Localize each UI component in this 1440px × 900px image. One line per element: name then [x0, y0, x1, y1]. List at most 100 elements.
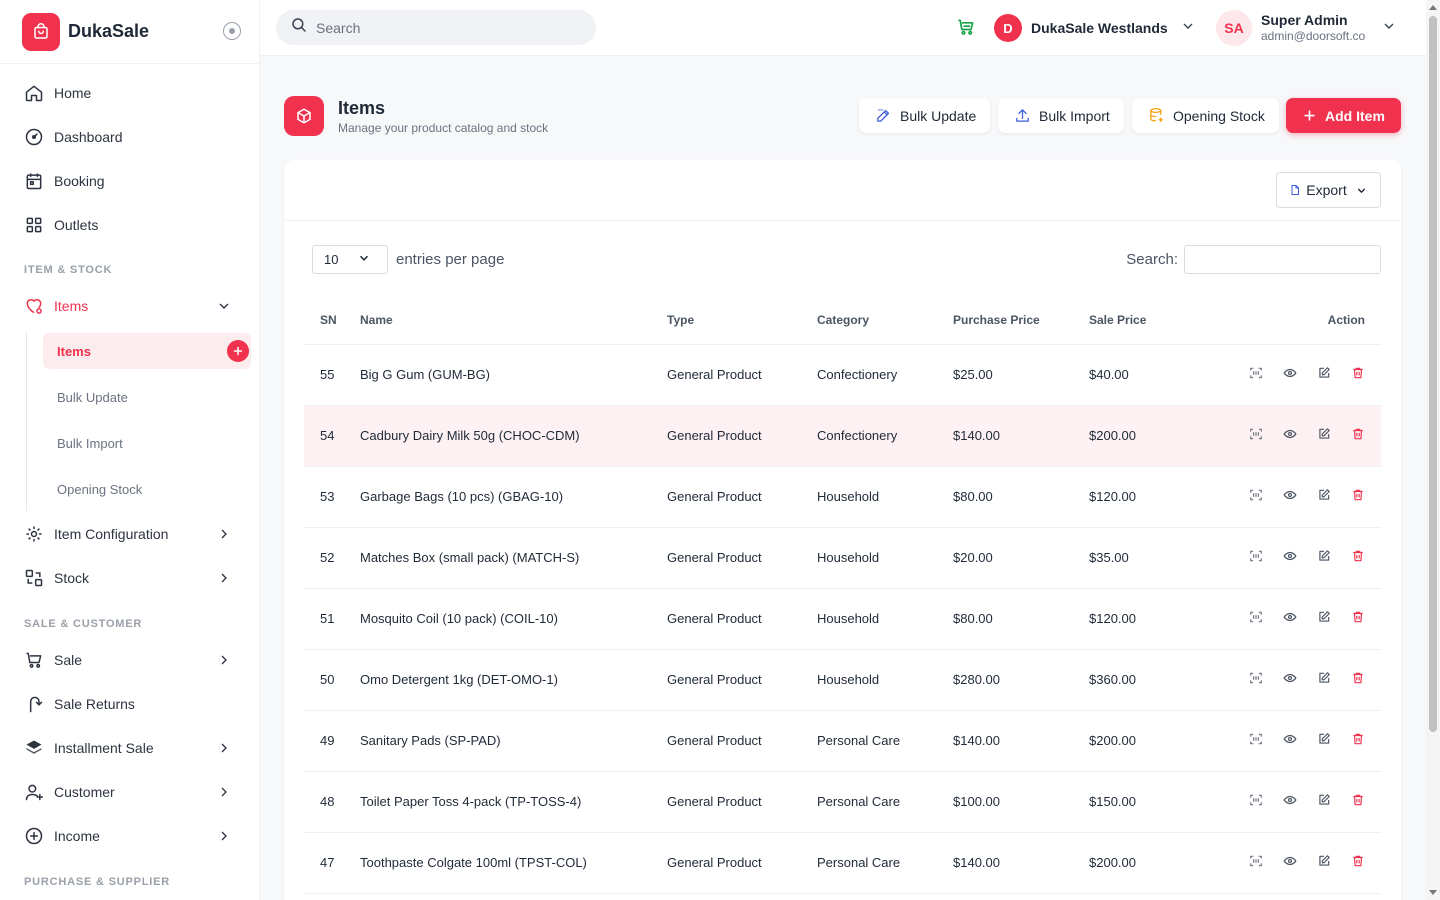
- eye-icon[interactable]: [1283, 854, 1297, 868]
- sub-item-bulk-update[interactable]: Bulk Update: [43, 379, 251, 415]
- table-row[interactable]: 49 Sanitary Pads (SP-PAD) General Produc…: [304, 710, 1381, 772]
- cell-name: Matches Box (small pack) (MATCH-S): [360, 527, 667, 589]
- eye-icon[interactable]: [1283, 549, 1297, 563]
- sidebar-item-income[interactable]: Income: [24, 824, 238, 848]
- chevron-right-icon: [216, 652, 232, 671]
- barcode-icon[interactable]: [1249, 671, 1263, 685]
- trash-icon[interactable]: [1351, 732, 1365, 746]
- opening-stock-button[interactable]: Opening Stock: [1132, 98, 1279, 133]
- eye-icon[interactable]: [1283, 732, 1297, 746]
- sub-item-bulk-import[interactable]: Bulk Import: [43, 425, 251, 461]
- bulk-import-button[interactable]: Bulk Import: [998, 98, 1124, 133]
- search-input[interactable]: [316, 19, 576, 36]
- scroll-thumb[interactable]: [1429, 16, 1437, 732]
- edit-icon[interactable]: [1317, 366, 1331, 380]
- bulk-update-button[interactable]: Bulk Update: [859, 98, 991, 133]
- col-name[interactable]: Name: [360, 296, 667, 345]
- barcode-icon[interactable]: [1249, 549, 1263, 563]
- edit-icon[interactable]: [1317, 610, 1331, 624]
- user-menu[interactable]: SA Super Admin admin@doorsoft.co: [1216, 10, 1397, 46]
- eye-icon[interactable]: [1283, 671, 1297, 685]
- global-search[interactable]: [276, 10, 596, 45]
- barcode-icon[interactable]: [1249, 732, 1263, 746]
- trash-icon[interactable]: [1351, 427, 1365, 441]
- cell-sn: 49: [304, 710, 360, 772]
- sidebar-item-installment-sale[interactable]: Installment Sale: [24, 736, 238, 760]
- sidebar-item-outlets[interactable]: Outlets: [24, 213, 238, 237]
- trash-icon[interactable]: [1351, 610, 1365, 624]
- edit-icon[interactable]: [1317, 488, 1331, 502]
- sidebar-item-home[interactable]: Home: [24, 81, 238, 105]
- edit-icon[interactable]: [1317, 549, 1331, 563]
- page-scrollbar[interactable]: [1426, 0, 1440, 900]
- section-purchase-supplier: PURCHASE & SUPPLIER: [24, 876, 170, 888]
- sidebar-item-stock[interactable]: Stock: [24, 566, 238, 590]
- sidebar-item-dashboard[interactable]: Dashboard: [24, 125, 238, 149]
- trash-icon[interactable]: [1351, 854, 1365, 868]
- plus-icon[interactable]: [227, 340, 249, 362]
- barcode-icon[interactable]: [1249, 488, 1263, 502]
- edit-icon[interactable]: [1317, 793, 1331, 807]
- table-row[interactable]: 52 Matches Box (small pack) (MATCH-S) Ge…: [304, 527, 1381, 589]
- outlet-switcher[interactable]: D DukaSale Westlands: [994, 14, 1196, 42]
- table-row[interactable]: 51 Mosquito Coil (10 pack) (COIL-10) Gen…: [304, 588, 1381, 650]
- trash-icon[interactable]: [1351, 549, 1365, 563]
- eye-icon[interactable]: [1283, 793, 1297, 807]
- sidebar-item-customer[interactable]: Customer: [24, 780, 238, 804]
- sidebar-item-items[interactable]: Items: [24, 294, 238, 318]
- col-type[interactable]: Type: [667, 296, 817, 345]
- trash-icon[interactable]: [1351, 671, 1365, 685]
- edit-icon[interactable]: [1317, 427, 1331, 441]
- cell-category: Household: [817, 527, 953, 589]
- cell-purchase-price: $20.00: [953, 527, 1089, 589]
- eye-icon[interactable]: [1283, 488, 1297, 502]
- export-button[interactable]: Export: [1276, 172, 1381, 208]
- table-row[interactable]: 48 Toilet Paper Toss 4-pack (TP-TOSS-4) …: [304, 771, 1381, 833]
- trash-icon[interactable]: [1351, 488, 1365, 502]
- table-row[interactable]: 55 Big G Gum (GUM-BG) General Product Co…: [304, 344, 1381, 406]
- sidebar-item-booking[interactable]: Booking: [24, 169, 238, 193]
- col-purchase-price[interactable]: Purchase Price: [953, 296, 1089, 345]
- cell-sale-price: $35.00: [1089, 527, 1225, 589]
- table-row[interactable]: 50 Omo Detergent 1kg (DET-OMO-1) General…: [304, 649, 1381, 711]
- outlet-badge: D: [994, 14, 1022, 42]
- eye-icon[interactable]: [1283, 610, 1297, 624]
- cell-name: Cadbury Dairy Milk 50g (CHOC-CDM): [360, 405, 667, 467]
- table-row[interactable]: 54 Cadbury Dairy Milk 50g (CHOC-CDM) Gen…: [304, 405, 1381, 467]
- pos-cart-icon[interactable]: [956, 17, 976, 42]
- col-sn[interactable]: SN: [304, 296, 360, 345]
- sidebar-item-sale-returns[interactable]: Sale Returns: [24, 692, 238, 716]
- table-search-input[interactable]: [1184, 245, 1381, 274]
- table-row[interactable]: 53 Garbage Bags (10 pcs) (GBAG-10) Gener…: [304, 466, 1381, 528]
- col-category[interactable]: Category: [817, 296, 953, 345]
- table-row[interactable]: 47 Toothpaste Colgate 100ml (TPST-COL) G…: [304, 832, 1381, 894]
- eye-icon[interactable]: [1283, 427, 1297, 441]
- chevron-down-icon: [1355, 184, 1368, 197]
- barcode-icon[interactable]: [1249, 610, 1263, 624]
- barcode-icon[interactable]: [1249, 793, 1263, 807]
- add-item-button[interactable]: Add Item: [1286, 98, 1401, 133]
- barcode-icon[interactable]: [1249, 366, 1263, 380]
- edit-icon[interactable]: [1317, 671, 1331, 685]
- cell-type: General Product: [667, 466, 817, 528]
- entries-select[interactable]: 10: [312, 245, 388, 274]
- cell-type: General Product: [667, 344, 817, 406]
- barcode-icon[interactable]: [1249, 427, 1263, 441]
- sidebar-toggle-icon[interactable]: [223, 22, 241, 40]
- col-sale-price[interactable]: Sale Price: [1089, 296, 1225, 345]
- table-header-row: SN Name Type Category Purchase Price Sal…: [304, 296, 1381, 345]
- scroll-down-arrow-icon[interactable]: [1429, 890, 1437, 895]
- barcode-icon[interactable]: [1249, 854, 1263, 868]
- edit-icon[interactable]: [1317, 732, 1331, 746]
- sub-item-opening-stock[interactable]: Opening Stock: [43, 471, 251, 507]
- shopping-bag-logo-icon[interactable]: [22, 12, 60, 51]
- sub-item-items[interactable]: Items: [43, 333, 251, 369]
- sidebar-item-sale[interactable]: Sale: [24, 648, 238, 672]
- trash-icon[interactable]: [1351, 793, 1365, 807]
- edit-icon[interactable]: [1317, 854, 1331, 868]
- trash-icon[interactable]: [1351, 366, 1365, 380]
- sidebar-item-item-configuration[interactable]: Item Configuration: [24, 522, 238, 546]
- eye-icon[interactable]: [1283, 366, 1297, 380]
- scroll-up-arrow-icon[interactable]: [1429, 5, 1437, 10]
- cell-purchase-price: $25.00: [953, 344, 1089, 406]
